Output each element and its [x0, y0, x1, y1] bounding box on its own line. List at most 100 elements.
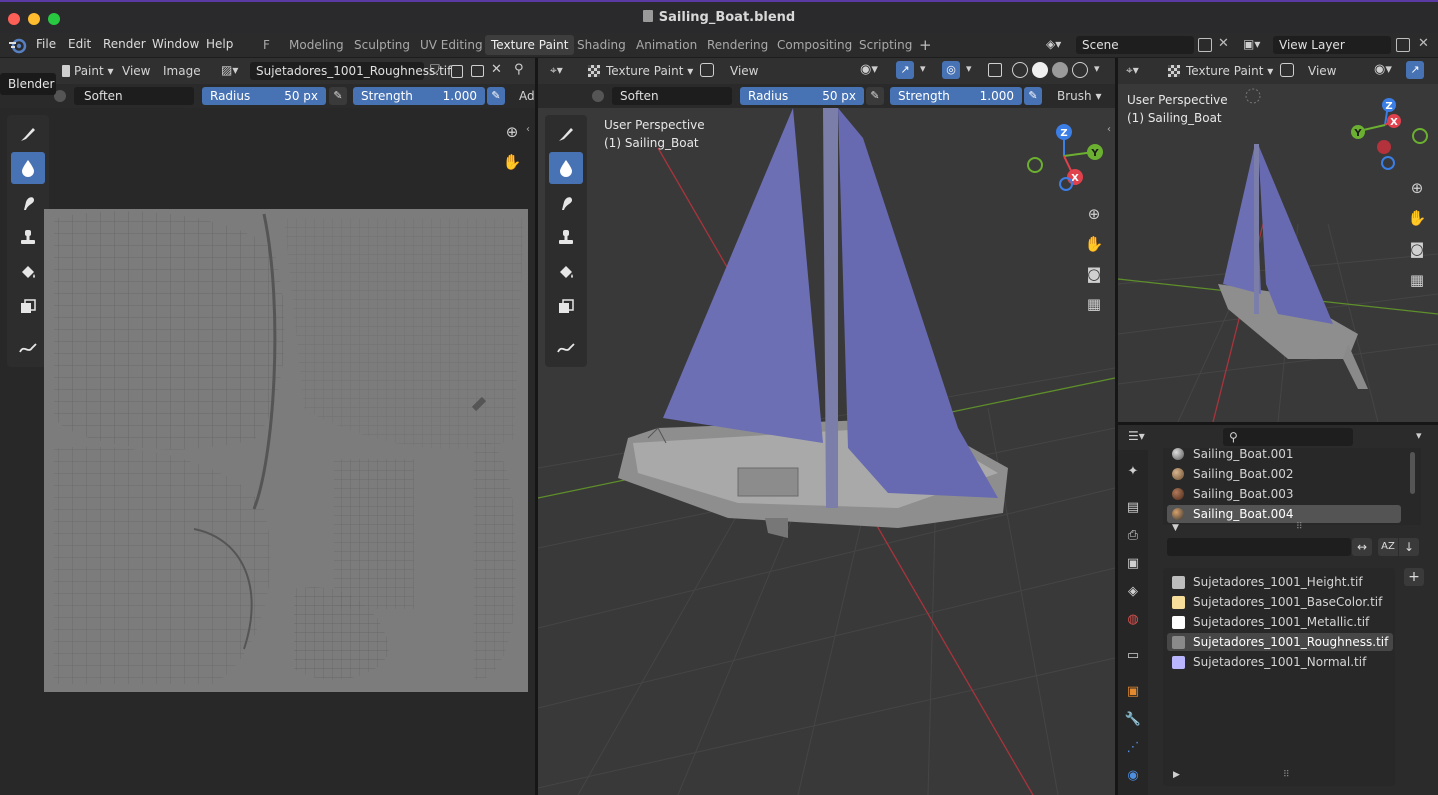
invert-filter-icon[interactable]: ↔ [1352, 538, 1372, 556]
small-visibility-icon[interactable]: ◉▾ [1374, 62, 1392, 77]
radius-pressure-icon[interactable]: ✎ [329, 87, 347, 105]
main-viewport-scene[interactable] [538, 108, 1115, 795]
material-slot-3[interactable]: Sailing_Boat.003 [1167, 485, 1401, 503]
editor-type-icon[interactable]: ⌖▾ [550, 63, 563, 78]
material-slot-4[interactable]: Sailing_Boat.004 [1167, 505, 1401, 523]
main-mask-tool[interactable] [549, 291, 583, 323]
main-strength-slider[interactable]: Strength 1.000 [890, 87, 1022, 105]
shading-wireframe-icon[interactable] [1012, 62, 1028, 78]
annotate-tool[interactable] [11, 332, 45, 364]
menu-help[interactable]: Help [206, 37, 233, 51]
divider-vertical-2[interactable] [1115, 58, 1118, 795]
radius-slider[interactable]: Radius 50 px [202, 87, 326, 105]
clone-tool[interactable] [11, 221, 45, 253]
main-annotate-tool[interactable] [549, 332, 583, 364]
shading-material-icon[interactable] [1052, 62, 1068, 78]
list-expand-icon[interactable]: ▼ [1172, 523, 1179, 533]
properties-search-field[interactable]: ⚲ [1223, 428, 1353, 446]
list-resize-handle-icon[interactable]: ⠿ [1296, 522, 1303, 532]
texture-slot-roughness[interactable]: Sujetadores_1001_Roughness.tif [1167, 633, 1393, 651]
object-tab-icon[interactable]: ▣ [1124, 682, 1142, 700]
main-radius-slider[interactable]: Radius 50 px [740, 87, 864, 105]
tab-uv-editing[interactable]: UV Editing [414, 35, 489, 55]
tab-rendering[interactable]: Rendering [701, 35, 774, 55]
menu-image-view[interactable]: View [122, 62, 150, 80]
texture-slot-basecolor[interactable]: Sujetadores_1001_BaseColor.tif [1167, 593, 1393, 611]
visibility-eye-icon[interactable]: ◉▾ [860, 62, 878, 77]
main-strength-pressure-icon[interactable]: ✎ [1024, 87, 1042, 105]
overlays-toggle-icon[interactable]: ◎ [942, 61, 960, 79]
sort-alpha-button[interactable]: AZ [1378, 538, 1398, 556]
tab-shading[interactable]: Shading [571, 35, 632, 55]
brush-preview-icon-main[interactable] [592, 90, 604, 102]
scene-name-field[interactable]: Scene [1076, 36, 1194, 54]
menu-edit[interactable]: Edit [68, 37, 91, 51]
main-radius-pressure-icon[interactable]: ✎ [866, 87, 884, 105]
physics-tab-icon[interactable]: ◉ [1124, 766, 1142, 784]
shading-dropdown-icon[interactable]: ▾ [1094, 62, 1100, 75]
soften-tool[interactable] [11, 152, 45, 184]
image-browse-icon[interactable]: ▨▾ [221, 63, 238, 77]
main-collapse-arrow-icon[interactable]: ‹ [1107, 124, 1111, 135]
divider-horizontal[interactable] [1118, 422, 1438, 425]
paint-mode-dropdown[interactable]: Paint ▾ [62, 62, 114, 80]
properties-editor-type-icon[interactable]: ☰▾ [1128, 429, 1145, 443]
strength-slider[interactable]: Strength 1.000 [353, 87, 485, 105]
scene-delete-icon[interactable]: ✕ [1218, 36, 1229, 51]
material-slot-2[interactable]: Sailing_Boat.002 [1167, 465, 1401, 483]
texture-list-expand-icon[interactable]: ▶ [1173, 770, 1180, 780]
modifier-tab-icon[interactable]: 🔧 [1124, 710, 1142, 728]
texture-slot-height[interactable]: Sujetadores_1001_Height.tif [1167, 573, 1393, 591]
small-mode-dropdown[interactable]: Texture Paint ▾ [1168, 62, 1273, 80]
fake-user-shield-icon[interactable]: ⛉ [430, 63, 440, 78]
particles-tab-icon[interactable]: ⋰ [1124, 738, 1142, 756]
texture-slot-normal[interactable]: Sujetadores_1001_Normal.tif [1167, 653, 1393, 671]
main-camera-icon[interactable]: ◙ [1082, 262, 1106, 286]
smear-tool[interactable] [11, 187, 45, 219]
view-layer-copy-icon[interactable] [1396, 38, 1410, 52]
scene-icon[interactable]: ◈▾ [1046, 37, 1074, 53]
output-tab-icon[interactable]: ⎙ [1124, 526, 1142, 544]
main-grid-icon[interactable]: ▦ [1082, 292, 1106, 316]
small-texture-slots-icon[interactable] [1280, 63, 1294, 77]
divider-vertical-1[interactable] [535, 58, 538, 795]
tab-scripting[interactable]: Scripting [853, 35, 918, 55]
image-close-icon[interactable]: ✕ [491, 62, 502, 77]
view-layer-delete-icon[interactable]: ✕ [1418, 36, 1429, 51]
add-texture-slot-button[interactable]: + [1404, 568, 1424, 586]
small-gizmo-toggle-icon[interactable]: ↗ [1406, 61, 1424, 79]
main-fill-tool[interactable] [549, 256, 583, 288]
main-soften-tool[interactable] [549, 152, 583, 184]
tab-texture-paint[interactable]: Texture Paint [485, 35, 575, 55]
strength-pressure-icon[interactable]: ✎ [487, 87, 505, 105]
main-smear-tool[interactable] [549, 187, 583, 219]
material-list-scrollbar[interactable] [1410, 452, 1415, 494]
navigation-gizmo[interactable]: Z Y X [1024, 122, 1104, 197]
view-layer-field[interactable]: View Layer [1273, 36, 1391, 54]
sort-reverse-icon[interactable]: ↓ [1399, 538, 1419, 556]
menu-render[interactable]: Render [103, 37, 146, 51]
small-navigation-gizmo[interactable]: Z Y X [1343, 95, 1433, 170]
main-zoom-icon[interactable]: ⊕ [1082, 202, 1106, 226]
texture-slot-metallic[interactable]: Sujetadores_1001_Metallic.tif [1167, 613, 1393, 631]
pin-icon[interactable]: ⚲ [514, 62, 524, 77]
texture-list-resize-icon[interactable]: ⠿ [1283, 770, 1290, 780]
gizmo-toggle-icon[interactable]: ↗ [896, 61, 914, 79]
scene-tab-icon[interactable]: ◈ [1124, 582, 1142, 600]
xray-toggle-icon[interactable] [988, 63, 1002, 77]
render-tab-icon[interactable]: ▤ [1124, 498, 1142, 516]
main-draw-tool[interactable] [549, 118, 583, 150]
brush-name-field[interactable]: Soften [74, 87, 194, 105]
tool-tab-icon[interactable]: ✦ [1124, 462, 1142, 480]
tab-sculpting[interactable]: Sculpting [348, 35, 416, 55]
main-clone-tool[interactable] [549, 221, 583, 253]
properties-options-icon[interactable]: ▾ [1416, 429, 1422, 442]
mode-dropdown[interactable]: Texture Paint ▾ [588, 62, 693, 80]
fill-tool[interactable] [11, 256, 45, 288]
draw-brush-tool[interactable] [11, 118, 45, 150]
zoom-icon[interactable]: ⊕ [500, 120, 524, 144]
small-camera-icon[interactable]: ◙ [1405, 237, 1429, 261]
menu-file[interactable]: File [36, 37, 56, 51]
add-workspace-button[interactable]: + [913, 35, 938, 55]
material-filter-field[interactable] [1167, 538, 1351, 556]
